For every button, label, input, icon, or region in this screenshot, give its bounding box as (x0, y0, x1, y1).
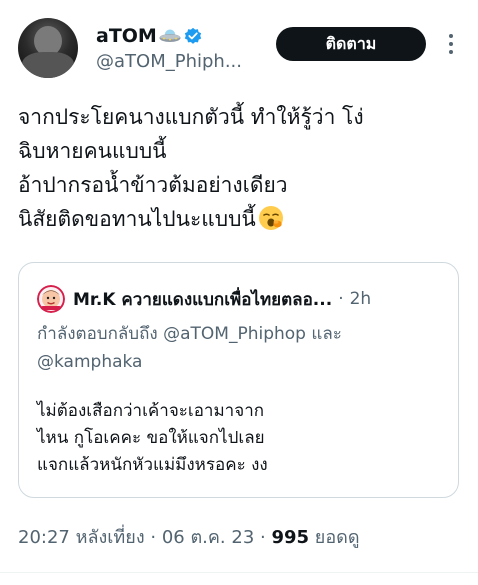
views-label: ยอดดู (314, 527, 360, 548)
tweet-line-last: นิสัยติดขอทานไปนะแบบนี้ (18, 202, 466, 236)
reply-user-link[interactable]: @kamphaka (37, 352, 142, 372)
replying-to-and: และ (311, 324, 342, 344)
verified-badge-icon (184, 27, 202, 44)
tweet-line: จากประโยคนางแบกตัวนี้ ทำให้รู้ว่า โง่ (18, 105, 364, 129)
quoted-tweet-text: ไม่ต้องเสือกว่าเค้าจะเอามาจาก ไหน กูโอเค… (37, 398, 447, 479)
quote-line: แจกแล้วหนักหัวแม่มึงหรอคะ งง (37, 455, 268, 475)
follow-button[interactable]: ติดตาม (276, 27, 426, 61)
tweet-date[interactable]: 06 ต.ค. 23 (162, 527, 254, 548)
author-display-name[interactable]: aTOM (96, 24, 157, 48)
divider (0, 572, 478, 573)
quoted-author-avatar[interactable] (37, 285, 65, 313)
quoted-tweet-card[interactable]: Mr.K ควายแดงแบกเพื่อไทยตลอ... · 2h กำลัง… (18, 262, 459, 498)
tweet-text: จากประโยคนางแบกตัวนี้ ทำให้รู้ว่า โง่ ฉิ… (18, 100, 466, 236)
tweet-line: อ้าปากรอน้ำข้าวต้มอย่างเดียว (18, 173, 288, 197)
reply-user-link[interactable]: @aTOM_Phiphop (163, 324, 306, 344)
author-display-name-row[interactable]: aTOM (96, 24, 242, 48)
tweet-line: นิสัยติดขอทานไปนะแบบนี้ (18, 207, 256, 231)
tweet-time[interactable]: 20:27 หลังเที่ยง (18, 527, 145, 548)
quoted-time[interactable]: 2h (350, 289, 372, 309)
flying-saucer-icon (159, 29, 181, 42)
meta-separator: · (260, 527, 266, 548)
replying-to-prefix: กำลังตอบกลับถึง (37, 324, 158, 344)
quote-line: ไหน กูโอเคคะ ขอให้แจกไปเลย (37, 428, 265, 448)
tweet-header: aTOM @aTOM_Phiph... ติดตาม (18, 18, 466, 82)
views-count: 995 (271, 527, 310, 548)
quote-line: ไม่ต้องเสือกว่าเค้าจะเอามาจาก (37, 401, 265, 421)
replying-to-line: กำลังตอบกลับถึง @aTOM_Phiphop และ @kamph… (37, 320, 447, 376)
quoted-separator: · (338, 289, 344, 309)
yawning-face-emoji (258, 206, 283, 230)
author-names: aTOM @aTOM_Phiph... (96, 24, 242, 72)
meta-separator: · (150, 527, 157, 548)
quoted-tweet-header: Mr.K ควายแดงแบกเพื่อไทยตลอ... · 2h (37, 285, 371, 313)
author-handle[interactable]: @aTOM_Phiph... (96, 51, 242, 72)
tweet-meta: 20:27 หลังเที่ยง · 06 ต.ค. 23 · 995 ยอดด… (18, 522, 360, 551)
quoted-author-name[interactable]: Mr.K ควายแดงแบกเพื่อไทยตลอ... (73, 286, 332, 313)
tweet-line: ฉิบหายคนแบบนี้ (18, 139, 167, 163)
more-options-icon[interactable] (443, 32, 459, 56)
author-avatar[interactable] (18, 18, 78, 78)
